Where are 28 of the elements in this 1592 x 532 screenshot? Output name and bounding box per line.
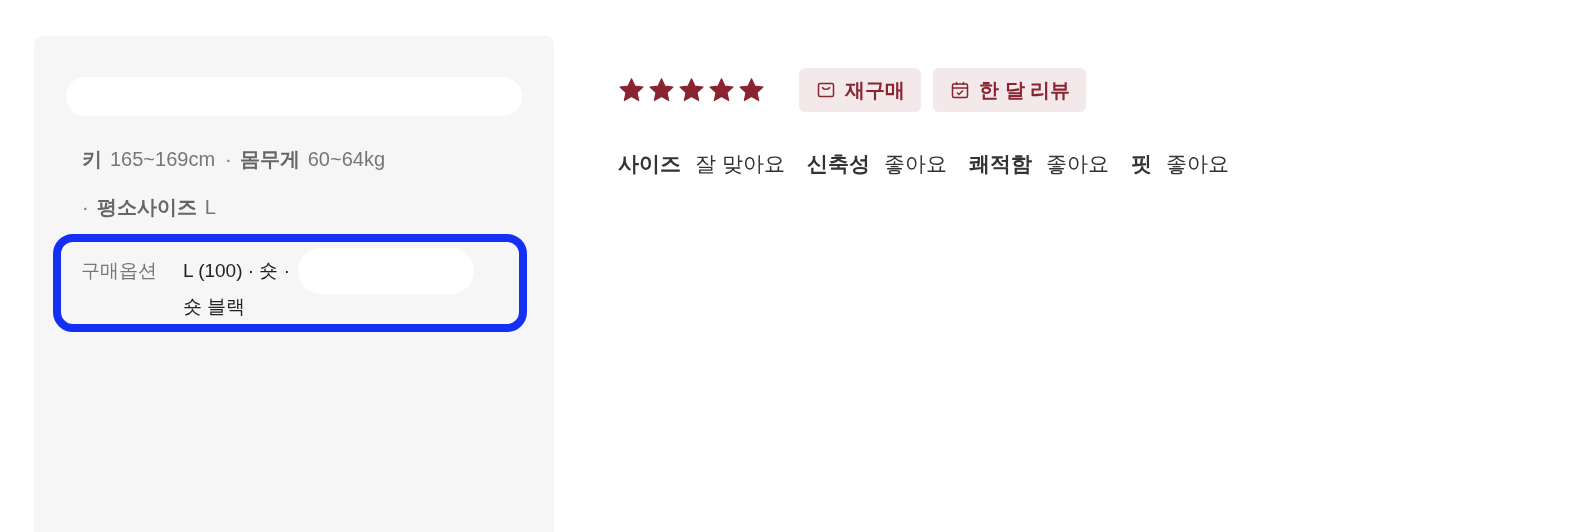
- aspect-value: 좋아요: [1165, 151, 1229, 177]
- badge-label: 재구매: [845, 77, 905, 103]
- profile-value: L: [204, 195, 216, 220]
- aspect-name: 사이즈: [618, 151, 681, 177]
- aspect-name: 핏: [1130, 151, 1152, 177]
- aspect-value: 좋아요: [1045, 151, 1109, 177]
- profile-label: 키: [82, 147, 102, 172]
- profile-value: 60~64kg: [307, 147, 386, 172]
- option-label: 구매옵션: [81, 259, 157, 283]
- star-icon: [678, 77, 705, 103]
- star-icon: [648, 77, 675, 103]
- separator-dot: ·: [82, 195, 89, 220]
- aspect-name: 신축성: [806, 151, 870, 177]
- aspect-value: 잘 맞아요: [695, 151, 785, 177]
- aspect-value: 좋아요: [883, 151, 947, 177]
- bag-icon: [817, 81, 835, 99]
- calendar-icon: [951, 81, 969, 99]
- option-value: 숏 블랙: [183, 295, 247, 319]
- star-icon: [708, 77, 735, 103]
- separator-dot: ·: [225, 147, 232, 172]
- profile-label: 평소사이즈: [96, 195, 197, 220]
- star-icon: [738, 77, 765, 103]
- profile-value: 165~169cm: [110, 147, 216, 172]
- option-value: L (100) · 숏 ·: [183, 259, 290, 283]
- aspect-name: 쾌적함: [968, 151, 1032, 177]
- star-icon: [618, 77, 645, 103]
- badge-label: 한 달 리뷰: [979, 77, 1071, 103]
- profile-label: 몸무게: [239, 147, 300, 172]
